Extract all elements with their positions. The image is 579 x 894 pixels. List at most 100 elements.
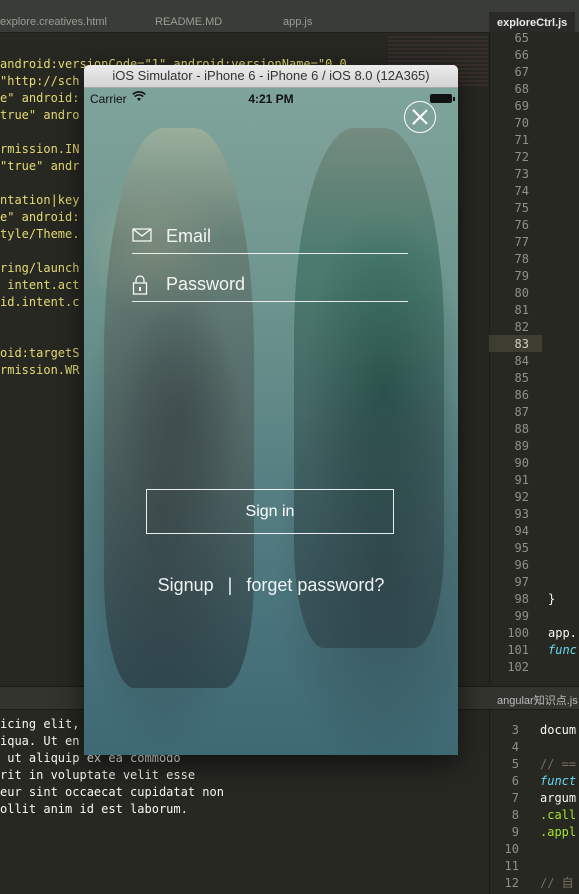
right-code-line-100: app. <box>548 626 577 640</box>
code-line: rmission.IN <box>0 142 80 156</box>
line-number: 68 <box>514 82 529 96</box>
bottom-line-number-gutter: 3 4 5 6 7 8 9 10 11 12 <box>489 722 519 892</box>
line-number: 12 <box>504 876 519 890</box>
line-number: 11 <box>504 859 519 873</box>
line-number: 90 <box>514 456 529 470</box>
line-number: 83 <box>514 337 529 351</box>
line-number: 85 <box>514 371 529 385</box>
code-line: intent.act <box>0 278 80 292</box>
line-number: 72 <box>514 150 529 164</box>
line-number: 3 <box>511 723 519 737</box>
code-line: .call <box>540 808 577 822</box>
password-input[interactable] <box>164 269 398 299</box>
line-number: 7 <box>511 791 519 805</box>
ios-simulator-window: iOS Simulator - iPhone 6 - iPhone 6 / iO… <box>84 65 458 755</box>
code-line: true" andro <box>0 108 80 122</box>
code-line: "true" andr <box>0 159 80 173</box>
line-number: 86 <box>514 388 529 402</box>
line-number: 8 <box>511 808 519 822</box>
line-number: 89 <box>514 439 529 453</box>
line-number: 102 <box>507 660 529 674</box>
line-number: 70 <box>514 116 529 130</box>
line-number: 10 <box>504 842 519 856</box>
code-line: "http://sch <box>0 74 80 88</box>
sign-in-button[interactable]: Sign in <box>146 489 394 534</box>
line-number: 81 <box>514 303 529 317</box>
line-number: 84 <box>514 354 529 368</box>
line-number: 73 <box>514 167 529 181</box>
code-line: e" android: <box>0 210 80 224</box>
line-number: 67 <box>514 65 529 79</box>
line-number: 69 <box>514 99 529 113</box>
code-line: funct <box>540 774 577 788</box>
forget-password-link[interactable]: forget password? <box>246 575 384 595</box>
line-number: 94 <box>514 524 529 538</box>
bottom-right-code: docum // == funct argum .call .appl // 自 <box>540 722 576 892</box>
code-line: ring/launch <box>0 261 80 275</box>
left-code-editor[interactable]: android:versionCode="1" android:versionN… <box>0 56 354 379</box>
line-number: 100 <box>507 626 529 640</box>
code-line: rit in voluptate velit esse <box>0 768 196 782</box>
editor-tab-bar: explore.creatives.html README.MD app.js … <box>0 0 579 33</box>
lock-icon <box>132 275 152 295</box>
line-number: 4 <box>511 740 519 754</box>
tab-angular-notes[interactable]: angular知识点.js <box>497 692 578 708</box>
line-number: 95 <box>514 541 529 555</box>
line-number: 66 <box>514 48 529 62</box>
line-number: 98 <box>514 592 529 606</box>
line-number: 6 <box>511 774 519 788</box>
line-number: 5 <box>511 757 519 771</box>
line-number: 65 <box>514 31 529 45</box>
line-number: 77 <box>514 235 529 249</box>
code-line: ntation|key <box>0 193 80 207</box>
tab-explore-creatives[interactable]: explore.creatives.html <box>0 16 107 28</box>
line-number: 97 <box>514 575 529 589</box>
code-line: // 自 <box>540 876 574 890</box>
email-input[interactable] <box>164 221 398 251</box>
line-number: 80 <box>514 286 529 300</box>
tab-app-js[interactable]: app.js <box>283 16 312 28</box>
status-time: 4:21 PM <box>248 92 294 106</box>
code-line: oid:targetS <box>0 346 80 360</box>
code-line: argum <box>540 791 577 805</box>
line-number: 96 <box>514 558 529 572</box>
line-number: 82 <box>514 320 529 334</box>
envelope-icon <box>132 227 152 245</box>
auth-links: Signup | forget password? <box>84 575 458 596</box>
email-field <box>132 219 408 254</box>
code-line: docum <box>540 723 577 737</box>
line-number: 91 <box>514 473 529 487</box>
line-number: 87 <box>514 405 529 419</box>
iphone-screen: Carrier 4:21 PM Sign in Signup | forget pa… <box>84 88 458 755</box>
close-button[interactable] <box>404 101 436 133</box>
tab-readme[interactable]: README.MD <box>155 16 222 28</box>
line-number: 93 <box>514 507 529 521</box>
line-number: 88 <box>514 422 529 436</box>
line-number: 9 <box>511 825 519 839</box>
code-line: ollit anim id est laborum. <box>0 802 188 816</box>
code-line: rmission.WR <box>0 363 80 377</box>
code-line: e" android: <box>0 91 80 105</box>
right-code-line-98: } <box>548 592 556 606</box>
ios-status-bar: Carrier 4:21 PM <box>84 88 458 108</box>
line-number: 71 <box>514 133 529 147</box>
line-number: 78 <box>514 252 529 266</box>
line-number: 75 <box>514 201 529 215</box>
line-number: 92 <box>514 490 529 504</box>
line-number: 74 <box>514 184 529 198</box>
tab-explore-ctrl[interactable]: exploreCtrl.js <box>489 12 576 32</box>
signup-link[interactable]: Signup <box>158 575 214 595</box>
line-number: 76 <box>514 218 529 232</box>
simulator-title-bar[interactable]: iOS Simulator - iPhone 6 - iPhone 6 / iO… <box>84 65 458 88</box>
line-number: 101 <box>507 643 529 657</box>
code-line: .appl <box>540 825 577 839</box>
background-photo-person-left <box>104 128 254 688</box>
